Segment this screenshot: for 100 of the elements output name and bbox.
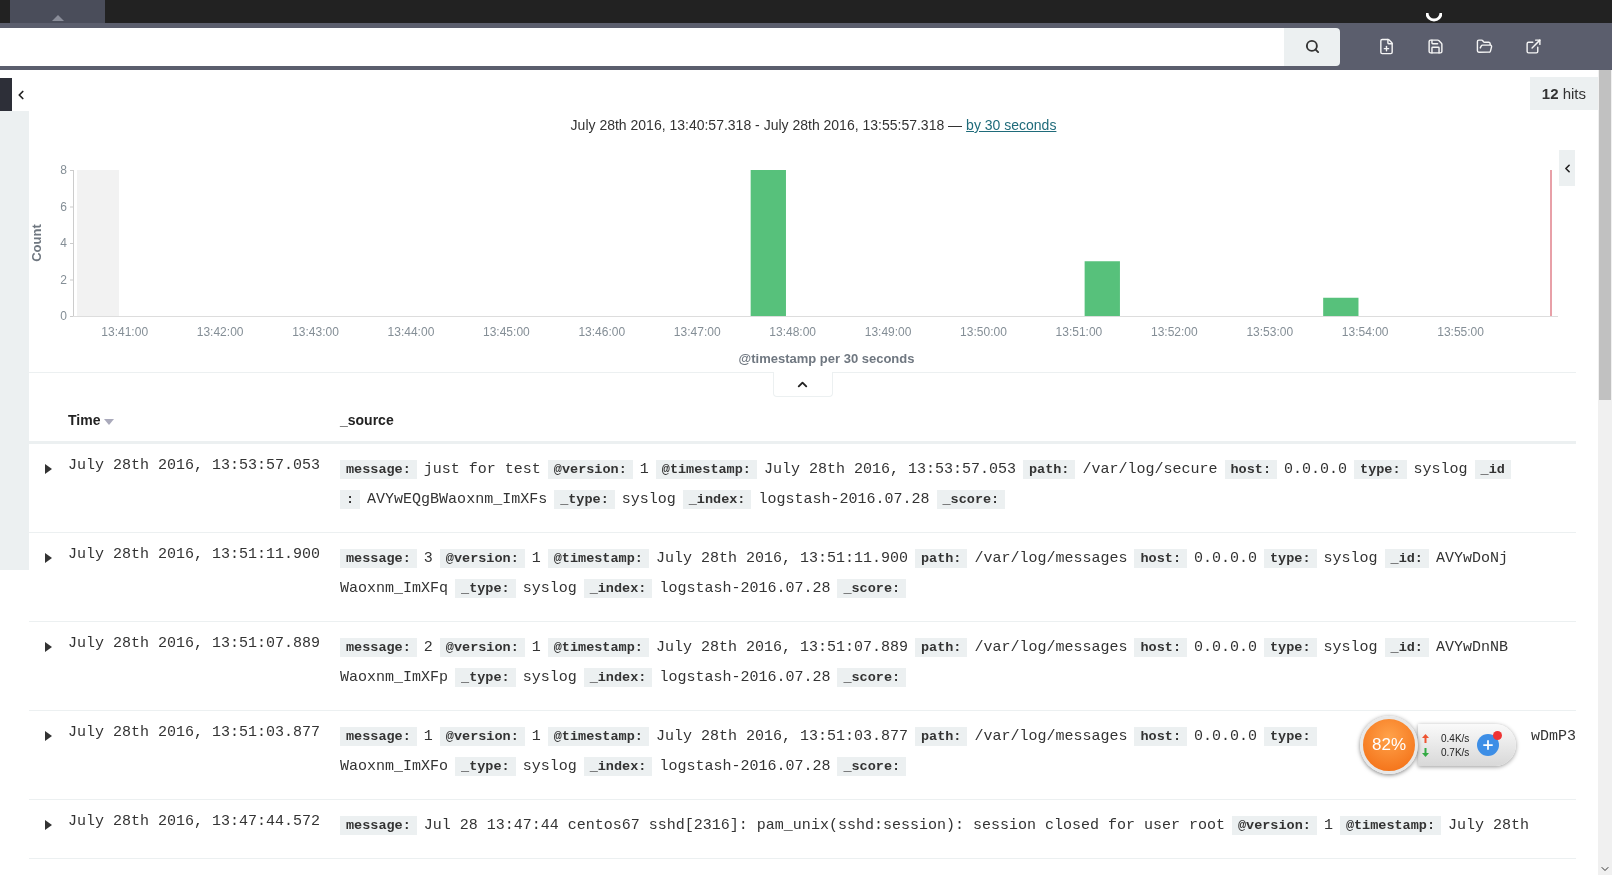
expand-row-icon[interactable] [45,731,52,741]
new-document-icon[interactable] [1378,38,1395,55]
hits-count: 12 hits [1529,77,1598,110]
field-key: host: [1224,459,1277,479]
field-key: @version: [547,459,633,479]
x-tick-label: 13:42:00 [196,325,244,339]
field-key: _type: [554,489,615,509]
x-tick-label: 13:46:00 [578,325,626,339]
monitor-widget[interactable]: 0.4K/s 0.7K/s [1418,724,1516,766]
sidebar-handle[interactable] [0,78,12,111]
field-key: path: [914,548,968,568]
field-value: syslog [621,490,676,508]
scrollbar[interactable] [1598,70,1612,875]
field-key: @version: [439,548,525,568]
column-header[interactable]: Time [68,411,101,428]
field-key: host: [1134,726,1187,746]
field-key: @timestamp: [547,548,649,568]
x-tick-label: 13:52:00 [1150,325,1198,339]
x-tick-label: 13:48:00 [769,325,816,339]
y-tick-label: 2 [60,272,67,287]
expand-row-icon[interactable] [45,642,52,652]
field-value: /var/log/messages [974,638,1128,656]
x-tick-label: 13:54:00 [1341,325,1389,339]
usage-percent: 82% [1372,735,1406,755]
field-value: 2 [423,638,433,656]
notification-dot [1493,731,1503,740]
scrollbar-thumb[interactable] [1599,70,1611,400]
field-key: _index: [583,756,653,776]
y-axis-title: Count [29,224,44,262]
field-value: just for test [423,460,541,478]
field-key: type: [1264,548,1317,568]
field-value: July 28th 2016, 13:51:11.900 [655,549,908,567]
field-key: type: [1264,637,1317,657]
time-cell-text: July 28th 2016, 13:51:03.877 [68,723,322,743]
search-button[interactable] [1284,27,1340,66]
field-value: logstash-2016.07.28 [659,579,831,597]
time-cell-text: July 28th 2016, 13:53:57.053 [68,456,322,476]
field-value: syslog [1413,460,1468,478]
column-header[interactable]: _source [340,411,394,428]
field-key: _type: [455,667,516,687]
expand-panel-button[interactable] [1559,150,1575,186]
time-range-text: July 28th 2016, 13:40:57.318 - July 28th 2016, 13:55:57.318 — [570,117,963,133]
field-key: _index: [682,489,752,509]
time-cell-text: July 28th 2016, 13:47:44.572 [68,812,322,832]
field-key: @timestamp: [547,637,649,657]
field-value: 3 [423,549,433,567]
download-speed: 0.7K/s [1441,746,1470,758]
field-key: message: [340,459,417,479]
field-key: @timestamp: [655,459,757,479]
x-tick-label: 13:53:00 [1246,325,1294,339]
field-key: _index: [583,578,653,598]
interval-link[interactable]: by 30 seconds [966,117,1057,133]
field-key: _index: [583,667,653,687]
field-value: July 28th 2016, 13:53:57.053 [763,460,1016,478]
field-key: @version: [439,637,525,657]
field-value: AVYwDoNj [1435,549,1508,567]
field-value: syslog [522,579,577,597]
field-value: July 28th [1448,816,1530,834]
field-key: @timestamp: [1339,815,1441,835]
field-key: host: [1134,548,1187,568]
field-value: logstash-2016.07.28 [659,757,831,775]
field-key: @version: [1231,815,1317,835]
field-key: path: [914,637,968,657]
field-key: @timestamp: [547,726,649,746]
expand-row-icon[interactable] [45,464,52,474]
field-value: AVYwEQgBWaoxnm_ImXFs [367,490,548,508]
field-value: 0.0.0.0 [1194,727,1257,745]
x-tick-label: 13:55:00 [1437,325,1484,339]
add-button[interactable] [1477,734,1500,756]
x-axis-title: @timestamp per 30 seconds [738,351,915,366]
field-key: @version: [439,726,525,746]
field-key: _score: [837,756,907,776]
folder-icon[interactable] [1476,38,1493,55]
field-value: syslog [1323,549,1378,567]
expand-row-icon[interactable] [45,553,52,563]
expand-row-icon[interactable] [45,820,52,830]
field-value: AVYwDnNB [1435,638,1508,656]
plus-icon [1481,738,1496,752]
field-value: July 28th 2016, 13:51:07.889 [655,638,908,656]
field-value: syslog [522,668,577,686]
field-value: Jul 28 13:47:44 centos67 sshd[2316]: pam_unix(sshd:session): session closed for user root [423,816,1225,834]
field-key: _id: [1384,548,1429,568]
x-tick-label: 13:45:00 [483,325,530,339]
field-value: 0.0.0.0 [1284,460,1348,478]
x-tick-label: 13:50:00 [960,325,1007,339]
field-value: 1 [531,638,541,656]
search-field[interactable] [0,27,1284,66]
field-key: message: [340,548,417,568]
search-icon [1304,39,1320,54]
field-value: /var/log/messages [974,549,1128,567]
field-key: message: [340,815,417,835]
field-value: syslog [1323,638,1378,656]
field-value: logstash-2016.07.28 [659,668,831,686]
field-key: _score: [837,667,907,687]
share-icon[interactable] [1525,38,1542,55]
field-value: /var/log/messages [974,727,1128,745]
field-key: _id: [1384,637,1429,657]
x-tick-label: 13:47:00 [673,325,721,339]
save-icon[interactable] [1427,38,1444,55]
time-cell-text: July 28th 2016, 13:51:07.889 [68,634,322,654]
